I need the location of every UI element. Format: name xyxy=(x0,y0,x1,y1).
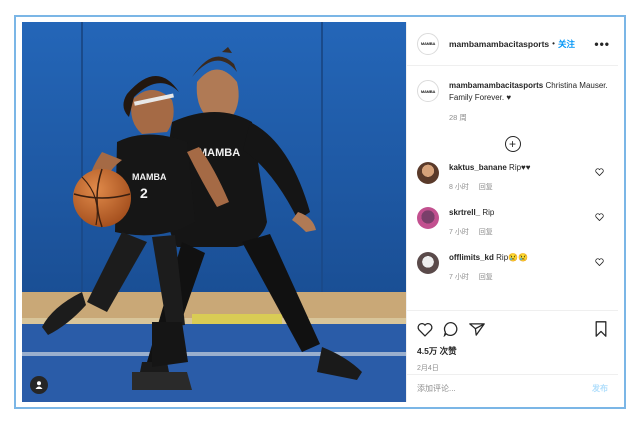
comment-icon[interactable] xyxy=(443,321,459,337)
account-avatar[interactable]: MAMBA xyxy=(417,32,439,55)
heart-icon[interactable] xyxy=(595,168,604,176)
comment-username[interactable]: skrtrell_ xyxy=(449,208,480,217)
post-comment-button[interactable]: 发布 xyxy=(592,383,608,394)
comment-list: kaktus_banane Rip♥♥ 8 小时 回复 skrtrell_ Ri… xyxy=(407,162,618,297)
caption-username[interactable]: mambamambacitasports xyxy=(449,81,543,90)
action-icons xyxy=(417,319,608,339)
comment-time[interactable]: 7 小时 xyxy=(449,274,469,281)
comment-body: offlimits_kd Rip😢😢 7 小时 回复 xyxy=(449,252,528,297)
commenter-avatar[interactable] xyxy=(417,252,439,274)
player-jersey-number: 2 xyxy=(140,185,148,201)
header-username[interactable]: mambamambacitasports xyxy=(449,39,549,49)
player-jersey-text: MAMBA xyxy=(132,172,167,182)
caption-avatar[interactable]: MAMBA xyxy=(417,80,439,102)
post-header: MAMBA mambamambacitasports • 关注 ••• xyxy=(407,22,618,66)
like-heart-icon[interactable] xyxy=(417,322,433,337)
comment-body: skrtrell_ Rip 7 小时 回复 xyxy=(449,207,501,252)
caption: MAMBA mambamambacitasports Christina Mau… xyxy=(407,66,618,124)
comment-meta: 7 小时 回复 xyxy=(449,227,501,239)
caption-body: mambamambacitasports Christina Mauser. F… xyxy=(449,80,608,124)
comment-item: offlimits_kd Rip😢😢 7 小时 回复 xyxy=(407,252,618,297)
comment-time[interactable]: 7 小时 xyxy=(449,229,469,236)
comment-input[interactable] xyxy=(417,384,592,393)
comment-meta: 8 小时 回复 xyxy=(449,182,531,194)
post-photo[interactable]: MAMBA MAMBA 2 xyxy=(22,22,406,402)
comment-text: Rip😢😢 xyxy=(496,253,529,262)
comment-meta: 7 小时 回复 xyxy=(449,272,528,284)
commenter-avatar[interactable] xyxy=(417,162,439,184)
basketball-photo: MAMBA MAMBA 2 xyxy=(22,22,406,402)
comment-text: Rip xyxy=(482,208,495,217)
more-icon[interactable]: ••• xyxy=(594,37,610,51)
avatar-logo-text: MAMBA xyxy=(420,41,436,46)
comment-text: Rip♥♥ xyxy=(509,163,531,172)
like-count[interactable]: 4.5万 次赞 xyxy=(417,345,608,357)
reply-button[interactable]: 回复 xyxy=(479,229,493,236)
comment-item: kaktus_banane Rip♥♥ 8 小时 回复 xyxy=(407,162,618,207)
add-comment-bar: 发布 xyxy=(407,374,618,402)
avatar-logo-text: MAMBA xyxy=(420,88,436,94)
plus-circle-icon: + xyxy=(508,137,516,151)
share-icon[interactable] xyxy=(469,322,485,337)
comment-body: kaktus_banane Rip♥♥ 8 小时 回复 xyxy=(449,162,531,207)
comment-time[interactable]: 8 小时 xyxy=(449,184,469,191)
bookmark-icon[interactable] xyxy=(594,321,608,337)
post-panel: MAMBA mambamambacitasports • 关注 ••• MAMB… xyxy=(406,22,618,402)
reply-button[interactable]: 回复 xyxy=(479,184,493,191)
post-date[interactable]: 2月4日 xyxy=(417,363,608,373)
heart-icon[interactable] xyxy=(595,258,604,266)
comment-username[interactable]: offlimits_kd xyxy=(449,253,494,262)
caption-time[interactable]: 28 周 xyxy=(449,112,608,124)
heart-icon[interactable] xyxy=(595,213,604,221)
follow-button[interactable]: 关注 xyxy=(558,38,575,50)
commenter-avatar[interactable] xyxy=(417,207,439,229)
comment-username[interactable]: kaktus_banane xyxy=(449,163,507,172)
header-separator: • xyxy=(552,39,555,48)
comment-item: skrtrell_ Rip 7 小时 回复 xyxy=(407,207,618,252)
user-tag-button[interactable] xyxy=(30,376,48,394)
post-actions: 4.5万 次赞 2月4日 xyxy=(407,310,618,373)
reply-button[interactable]: 回复 xyxy=(479,274,493,281)
user-tag-icon xyxy=(35,381,43,389)
load-more-comments-button[interactable]: + xyxy=(504,136,521,152)
basketball xyxy=(73,168,131,228)
